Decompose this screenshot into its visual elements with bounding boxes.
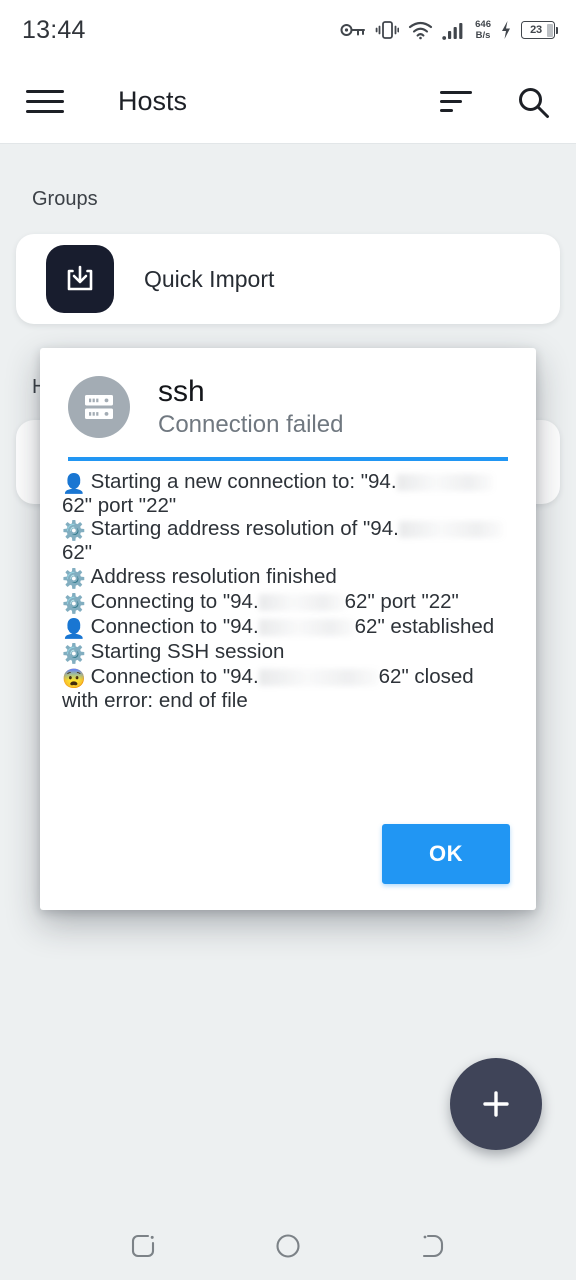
recents-icon[interactable]	[113, 1216, 173, 1276]
log-line: ⚙️ Connecting to "94. 62" port "22"	[62, 590, 514, 616]
dialog-heading-group: ssh Connection failed	[158, 375, 344, 439]
ok-button[interactable]: OK	[382, 824, 510, 884]
dialog-title: ssh	[158, 375, 205, 408]
bust-in-silhouette-emoji: 👤	[62, 619, 86, 640]
gear-emoji: ⚙️	[62, 594, 86, 616]
back-icon[interactable]	[403, 1216, 463, 1276]
log-line: 👤 Connection to "94. 62" established	[62, 615, 514, 640]
redacted-ip-fragment	[258, 668, 379, 686]
log-line: 👤 Starting a new connection to: "94.62" p…	[62, 469, 514, 518]
log-text: Starting address resolution of "94.	[90, 517, 399, 541]
log-line: ⚙️ Address resolution finished	[62, 565, 514, 591]
log-line: 😨 Connection to "94. 62" closed with error…	[62, 664, 514, 713]
dialog-header: ssh Connection failed	[40, 348, 536, 439]
log-text: 62"	[62, 541, 93, 565]
gear-emoji: ⚙️	[62, 569, 86, 591]
log-text: Address resolution finished	[90, 565, 337, 589]
log-line: ⚙️ Starting address resolution of "94.62"	[62, 518, 514, 565]
log-text: 62" port "22"	[62, 493, 177, 517]
redacted-ip-fragment	[396, 473, 493, 491]
log-text: 62" port "22"	[344, 590, 459, 614]
gear-emoji: ⚙️	[62, 643, 86, 665]
log-text: Connecting to "94.	[90, 590, 259, 614]
log-line: ⚙️ Starting SSH session	[62, 639, 514, 665]
log-text: Starting a new connection to: "94.	[90, 469, 397, 493]
redacted-ip-fragment	[258, 594, 345, 612]
home-icon[interactable]	[258, 1216, 318, 1276]
redacted-ip-fragment	[398, 521, 503, 539]
connection-failed-dialog: ssh Connection failed 👤 Starting a new co…	[40, 348, 536, 910]
connection-log: 👤 Starting a new connection to: "94.62" p…	[40, 461, 536, 824]
system-nav-bar	[0, 1212, 576, 1280]
server-rack-icon	[68, 376, 130, 439]
gear-emoji: ⚙️	[62, 521, 86, 543]
bust-in-silhouette-emoji: 👤	[62, 473, 86, 495]
log-text: Connection to "94.	[90, 664, 259, 688]
dialog-actions: OK	[40, 824, 536, 910]
redacted-ip-fragment	[258, 619, 355, 636]
dialog-subtitle: Connection failed	[158, 411, 344, 439]
log-text: 62" established	[354, 615, 495, 638]
log-text: Connection to "94.	[90, 615, 259, 638]
log-text: Starting SSH session	[90, 639, 285, 663]
fearful-face-emoji: 😨	[62, 668, 86, 690]
